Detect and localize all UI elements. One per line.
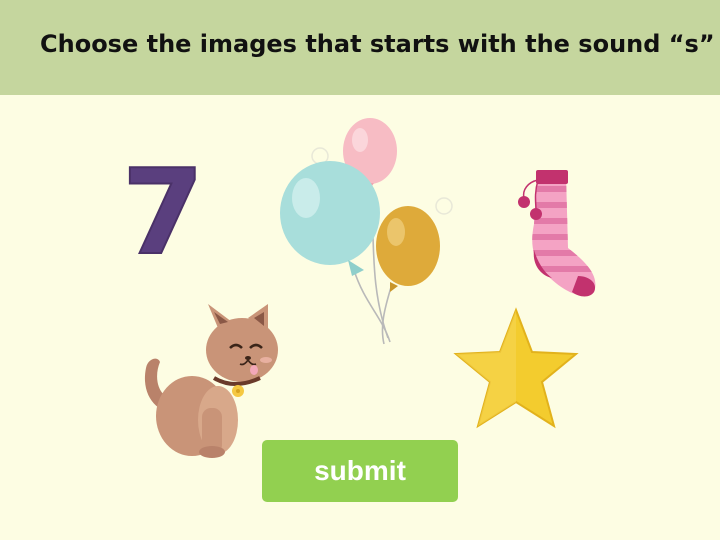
balloons-choice[interactable] (272, 112, 458, 352)
number-seven-choice[interactable]: 7 (122, 155, 204, 267)
cat-icon (144, 304, 278, 458)
cat-choice[interactable] (130, 298, 288, 460)
instruction-title: Choose the images that starts with the s… (40, 30, 715, 58)
star-choice[interactable] (452, 306, 580, 432)
balloons-icon (280, 118, 453, 345)
header-bar: Choose the images that starts with the s… (0, 0, 720, 95)
seven-glyph: 7 (122, 155, 204, 267)
number-seven-icon: 7 (122, 155, 204, 267)
sock-choice[interactable] (508, 164, 608, 302)
submit-button[interactable]: submit (262, 440, 458, 502)
star-icon (453, 307, 579, 429)
sock-icon (518, 170, 596, 297)
